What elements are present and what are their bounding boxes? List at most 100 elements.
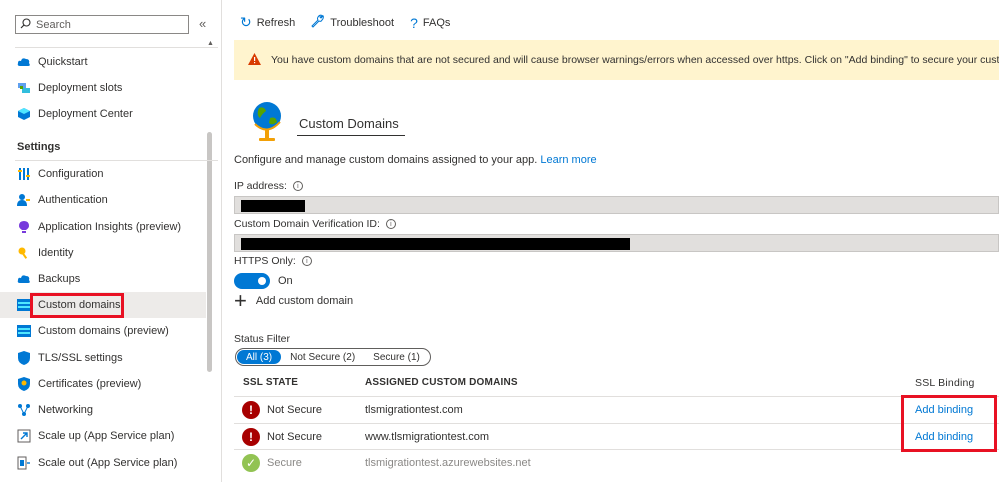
ssl-state-text: Secure <box>267 457 302 469</box>
sidebar-item-configuration[interactable]: Configuration <box>0 161 206 187</box>
faqs-button[interactable]: ? FAQs <box>410 15 450 31</box>
error-icon: ! <box>242 401 260 419</box>
https-state: On <box>278 275 293 287</box>
ssl-state-cell: ! Not Secure <box>242 424 322 450</box>
sidebar-item-label: Scale out (App Service plan) <box>38 457 178 469</box>
domain-cell: tlsmigrationtest.azurewebsites.net <box>365 457 531 469</box>
troubleshoot-label: Troubleshoot <box>330 16 395 29</box>
network-icon <box>17 403 31 417</box>
refresh-icon: ↻ <box>240 14 252 30</box>
lightbulb-icon <box>17 220 31 234</box>
ssl-state-cell: ! Not Secure <box>242 397 322 423</box>
sidebar-item-label: Scale up (App Service plan) <box>38 430 175 442</box>
filter-all[interactable]: All (3) <box>237 350 282 364</box>
add-custom-domain-label: Add custom domain <box>255 295 354 307</box>
page-title: Custom Domains <box>299 116 399 131</box>
sidebar-item-label: Identity <box>38 247 74 259</box>
status-filter-label: Status Filter <box>234 333 291 345</box>
domains-icon <box>17 324 31 338</box>
sidebar-item-networking[interactable]: Networking <box>0 397 206 423</box>
warning-banner: You have custom domains that are not sec… <box>234 40 999 80</box>
warning-text: You have custom domains that are not sec… <box>271 54 999 66</box>
sidebar-item-backups[interactable]: Backups <box>0 266 206 292</box>
sidebar-item-scale-up[interactable]: Scale up (App Service plan) <box>0 423 206 449</box>
domain-cell: tlsmigrationtest.com <box>365 404 463 416</box>
collapse-sidebar-icon[interactable]: « <box>199 16 206 31</box>
sidebar-item-application-insights[interactable]: Application Insights (preview) <box>0 214 206 240</box>
header-assigned-domains[interactable]: ASSIGNED CUSTOM DOMAINS <box>365 377 518 388</box>
description: Configure and manage custom domains assi… <box>234 154 597 166</box>
table-row: ✓ Secure tlsmigrationtest.azurewebsites.… <box>222 450 999 476</box>
sidebar-item-label: Quickstart <box>38 56 88 68</box>
sidebar-item-label: Backups <box>38 273 81 285</box>
sidebar-item-authentication[interactable]: Authentication <box>0 187 206 213</box>
header-ssl-binding[interactable]: SSL Binding <box>915 377 975 389</box>
sidebar-item-label: TLS/SSL settings <box>38 352 123 364</box>
add-custom-domain-button[interactable]: + Add custom domain <box>234 288 354 313</box>
sidebar-scrollbar[interactable] <box>207 132 212 372</box>
toolbar: ↻ Refresh Troubleshoot ? FAQs <box>240 14 450 31</box>
https-only-toggle[interactable] <box>234 273 270 289</box>
refresh-button[interactable]: ↻ Refresh <box>240 14 295 31</box>
question-icon: ? <box>410 14 418 31</box>
sidebar-item-certificates[interactable]: Certificates (preview) <box>0 371 206 397</box>
sidebar-item-label: Deployment Center <box>38 108 133 120</box>
search-box[interactable]: Search <box>15 15 189 34</box>
sidebar-item-label: Networking <box>38 404 94 416</box>
section-title-settings: Settings <box>17 141 61 153</box>
sidebar-item-quickstart[interactable]: Quickstart <box>0 49 206 75</box>
key-icon <box>17 246 31 260</box>
refresh-label: Refresh <box>256 16 296 29</box>
sidebar-item-tls-ssl-settings[interactable]: TLS/SSL settings <box>0 345 206 371</box>
check-icon: ✓ <box>242 454 260 472</box>
scale-up-icon <box>17 429 31 443</box>
ssl-state-cell: ✓ Secure <box>242 450 302 476</box>
faqs-label: FAQs <box>422 16 451 29</box>
sidebar-item-scale-out[interactable]: Scale out (App Service plan) <box>0 450 206 476</box>
globe-icon <box>250 100 286 147</box>
info-icon[interactable]: i <box>292 181 303 191</box>
warning-icon <box>248 52 261 68</box>
table-row: ! Not Secure www.tlsmigrationtest.com Ad… <box>222 424 999 450</box>
redacted-value <box>241 200 305 212</box>
sidebar-item-deployment-slots[interactable]: Deployment slots <box>0 75 206 101</box>
sidebar-item-custom-domains-preview[interactable]: Custom domains (preview) <box>0 318 206 344</box>
troubleshoot-button[interactable]: Troubleshoot <box>311 14 394 31</box>
ip-label-text: IP address: <box>234 180 287 192</box>
https-only-label: HTTPS Only: i <box>234 255 312 267</box>
sidebar-item-label: Deployment slots <box>38 82 123 94</box>
sidebar-item-label: Certificates (preview) <box>38 378 142 390</box>
sliders-icon <box>17 167 31 181</box>
sidebar-item-label: Application Insights (preview) <box>38 221 182 233</box>
verification-label-text: Custom Domain Verification ID: <box>234 218 380 230</box>
ip-address-label: IP address: i <box>234 180 303 192</box>
slots-icon <box>17 81 31 95</box>
cloud-bolt-icon <box>17 55 31 69</box>
search-input[interactable]: Search <box>36 19 71 31</box>
title-underline <box>297 135 405 136</box>
shield-icon <box>17 351 31 365</box>
filter-not-secure[interactable]: Not Secure (2) <box>281 350 364 364</box>
cloud-icon <box>17 272 31 286</box>
ip-address-field[interactable] <box>234 196 999 214</box>
header-ssl-state[interactable]: SSL STATE <box>243 377 298 388</box>
cube-icon <box>17 107 31 121</box>
person-key-icon <box>17 193 31 207</box>
plus-icon: + <box>234 288 247 313</box>
sidebar-item-deployment-center[interactable]: Deployment Center <box>0 101 206 127</box>
verification-id-field[interactable] <box>234 234 999 252</box>
sidebar-item-label: Configuration <box>38 168 104 180</box>
error-icon: ! <box>242 428 260 446</box>
main-content: ↻ Refresh Troubleshoot ? FAQs You have c… <box>222 0 999 482</box>
description-text: Configure and manage custom domains assi… <box>234 154 538 166</box>
toggle-knob <box>258 277 266 285</box>
filter-secure[interactable]: Secure (1) <box>364 350 429 364</box>
learn-more-link[interactable]: Learn more <box>540 154 596 166</box>
info-icon[interactable]: i <box>301 256 312 266</box>
scroll-up-icon[interactable]: ▲ <box>207 40 214 47</box>
ssl-state-text: Not Secure <box>267 431 323 443</box>
info-icon[interactable]: i <box>385 219 396 229</box>
sidebar-item-identity[interactable]: Identity <box>0 240 206 266</box>
table-row: ! Not Secure tlsmigrationtest.com Add bi… <box>222 397 999 423</box>
search-icon <box>20 17 31 32</box>
